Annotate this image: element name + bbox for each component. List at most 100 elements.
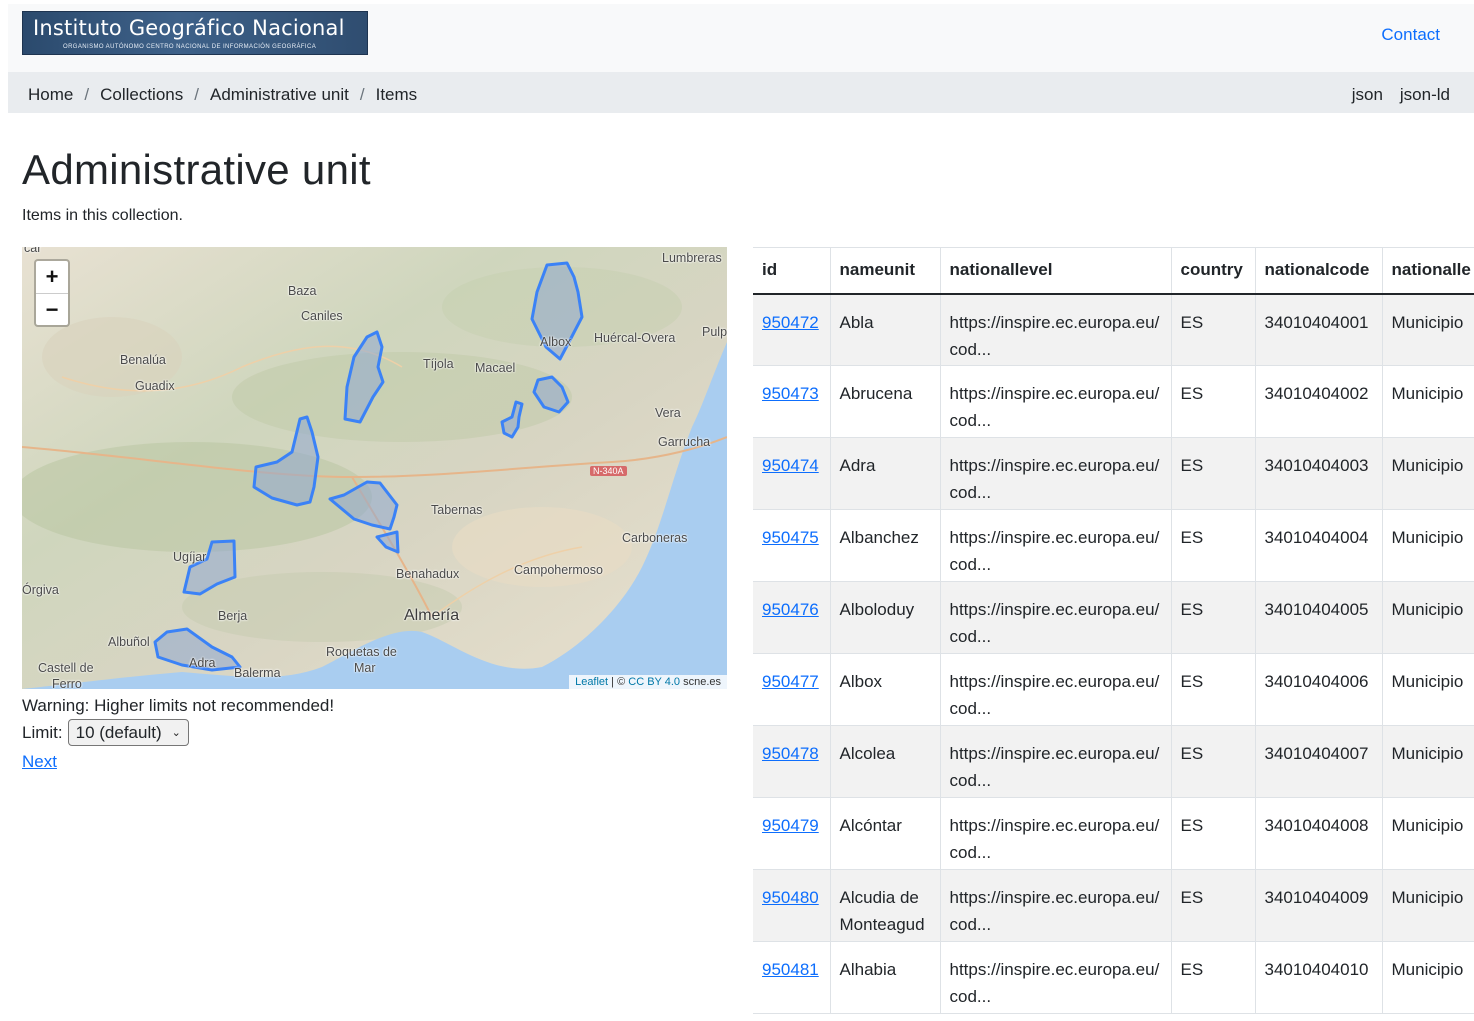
map-label-pulp: Pulp — [702, 325, 727, 339]
json-ld-link[interactable]: json-ld — [1400, 85, 1450, 105]
cell-nationallevelname: Municipio — [1381, 293, 1474, 366]
cell-nameunit: Alboloduy — [829, 581, 940, 654]
table-row: 950477 Albox https://inspire.ec.europa.e… — [753, 653, 1474, 726]
column-header-nationallevel[interactable]: nationallevel — [939, 247, 1171, 295]
column-header-id[interactable]: id — [753, 247, 830, 295]
cell-country: ES — [1170, 653, 1255, 726]
cell-id: 950475 — [753, 509, 830, 582]
cell-nationalcode: 34010404003 — [1254, 437, 1382, 510]
limit-warning: Warning: Higher limits not recommended! — [22, 696, 335, 715]
map-label-guadix: Guadix — [135, 379, 175, 393]
map-label-roquetas: Roquetas de — [326, 645, 397, 659]
limit-row: Limit: 10 (default) ⌄ — [22, 719, 189, 746]
cell-nationallevelname: Municipio — [1381, 653, 1474, 726]
cell-nameunit: Adra — [829, 437, 940, 510]
cell-nationallevelname: Municipio — [1381, 437, 1474, 510]
table-row: 950481 Alhabia https://inspire.ec.europa… — [753, 941, 1474, 1014]
cell-nationallevel: https://inspire.ec.europa.eu/cod... — [939, 797, 1171, 870]
map-label-mar: Mar — [354, 661, 376, 675]
contact-link[interactable]: Contact — [1381, 25, 1440, 45]
item-id-link[interactable]: 950474 — [762, 456, 819, 475]
cell-nameunit: Alcolea — [829, 725, 940, 798]
map-label-lumbreras: Lumbreras — [662, 251, 722, 265]
map[interactable]: car Lumbreras Baza Caniles Huércal-Overa… — [22, 247, 727, 689]
license-link[interactable]: CC BY 4.0 — [628, 676, 680, 688]
cell-nameunit: Alhabia — [829, 941, 940, 1014]
cell-nationallevel: https://inspire.ec.europa.eu/cod... — [939, 581, 1171, 654]
zoom-control: + − — [34, 259, 70, 327]
cell-country: ES — [1170, 365, 1255, 438]
table-header-row: id nameunit nationallevel country nation… — [753, 247, 1474, 295]
cell-nationallevel: https://inspire.ec.europa.eu/cod... — [939, 365, 1171, 438]
cell-country: ES — [1170, 869, 1255, 942]
map-attribution: Leaflet | © CC BY 4.0 scne.es — [569, 675, 727, 689]
items-table-container[interactable]: id nameunit nationallevel country nation… — [753, 247, 1474, 1021]
column-header-nationalcode[interactable]: nationalcode — [1254, 247, 1382, 295]
item-id-link[interactable]: 950478 — [762, 744, 819, 763]
item-id-link[interactable]: 950481 — [762, 960, 819, 979]
cell-nationallevelname: Municipio — [1381, 725, 1474, 798]
page-description: Items in this collection. — [22, 207, 183, 224]
map-label-campohermoso: Campohermoso — [514, 563, 603, 577]
map-label-carboneras: Carboneras — [622, 531, 688, 545]
column-header-nationallevelname[interactable]: nationalle — [1381, 247, 1474, 295]
map-label-albunol: Albuñol — [108, 635, 150, 649]
item-id-link[interactable]: 950479 — [762, 816, 819, 835]
map-label-caniles: Caniles — [301, 309, 343, 323]
cell-nationalcode: 34010404009 — [1254, 869, 1382, 942]
cell-nationalcode: 34010404005 — [1254, 581, 1382, 654]
cell-id: 950473 — [753, 365, 830, 438]
cell-nationallevel: https://inspire.ec.europa.eu/cod... — [939, 437, 1171, 510]
column-header-nameunit[interactable]: nameunit — [829, 247, 940, 295]
next-page-link[interactable]: Next — [22, 752, 57, 772]
leaflet-link[interactable]: Leaflet — [575, 676, 608, 688]
map-label-almeria: Almería — [404, 607, 460, 624]
cell-nameunit: Abla — [829, 293, 940, 366]
breadcrumb-home[interactable]: Home — [28, 85, 73, 105]
cell-nationallevel: https://inspire.ec.europa.eu/cod... — [939, 725, 1171, 798]
page-title: Administrative unit — [22, 146, 371, 193]
json-link[interactable]: json — [1352, 85, 1383, 105]
logo-title: Instituto Geográfico Nacional — [33, 16, 345, 40]
cell-nationalcode: 34010404002 — [1254, 365, 1382, 438]
map-label-vera: Vera — [655, 406, 681, 420]
cell-country: ES — [1170, 797, 1255, 870]
cell-nationallevelname: Municipio — [1381, 581, 1474, 654]
format-links: json json-ld — [1352, 85, 1450, 105]
table-row: 950479 Alcóntar https://inspire.ec.europ… — [753, 797, 1474, 870]
cell-nationalcode: 34010404008 — [1254, 797, 1382, 870]
breadcrumb-bar: Home / Collections / Administrative unit… — [8, 72, 1474, 113]
item-id-link[interactable]: 950477 — [762, 672, 819, 691]
cell-nameunit: Albanchez — [829, 509, 940, 582]
cell-nationallevelname: Municipio — [1381, 869, 1474, 942]
map-label-albox: Albox — [540, 335, 572, 349]
breadcrumb-separator: / — [359, 85, 365, 104]
map-label-adra: Adra — [189, 656, 216, 670]
items-table: id nameunit nationallevel country nation… — [753, 247, 1474, 1014]
zoom-out-button[interactable]: − — [36, 293, 68, 325]
breadcrumb-administrative-unit[interactable]: Administrative unit — [210, 85, 349, 105]
cell-id: 950472 — [753, 293, 830, 366]
zoom-in-button[interactable]: + — [36, 261, 68, 293]
cell-nameunit: Abrucena — [829, 365, 940, 438]
table-row: 950476 Alboloduy https://inspire.ec.euro… — [753, 581, 1474, 654]
cell-nameunit: Alcudia de Monteagud — [829, 869, 940, 942]
column-header-country[interactable]: country — [1170, 247, 1255, 295]
item-id-link[interactable]: 950473 — [762, 384, 819, 403]
cell-nationallevel: https://inspire.ec.europa.eu/cod... — [939, 941, 1171, 1014]
cell-country: ES — [1170, 509, 1255, 582]
item-id-link[interactable]: 950472 — [762, 313, 819, 332]
item-id-link[interactable]: 950475 — [762, 528, 819, 547]
map-label-huercal-overa: Huércal-Overa — [594, 331, 676, 345]
table-row: 950472 Abla https://inspire.ec.europa.eu… — [753, 293, 1474, 366]
map-label-tijola: Tíjola — [423, 357, 454, 371]
cell-nationallevel: https://inspire.ec.europa.eu/cod... — [939, 509, 1171, 582]
cell-nameunit: Albox — [829, 653, 940, 726]
breadcrumb-items: Items — [375, 85, 418, 104]
item-id-link[interactable]: 950480 — [762, 888, 819, 907]
item-id-link[interactable]: 950476 — [762, 600, 819, 619]
limit-select[interactable]: 10 (default) ⌄ — [67, 719, 189, 746]
ign-logo[interactable]: Instituto Geográfico Nacional Organismo … — [22, 11, 368, 55]
cell-country: ES — [1170, 581, 1255, 654]
breadcrumb-collections[interactable]: Collections — [100, 85, 183, 105]
